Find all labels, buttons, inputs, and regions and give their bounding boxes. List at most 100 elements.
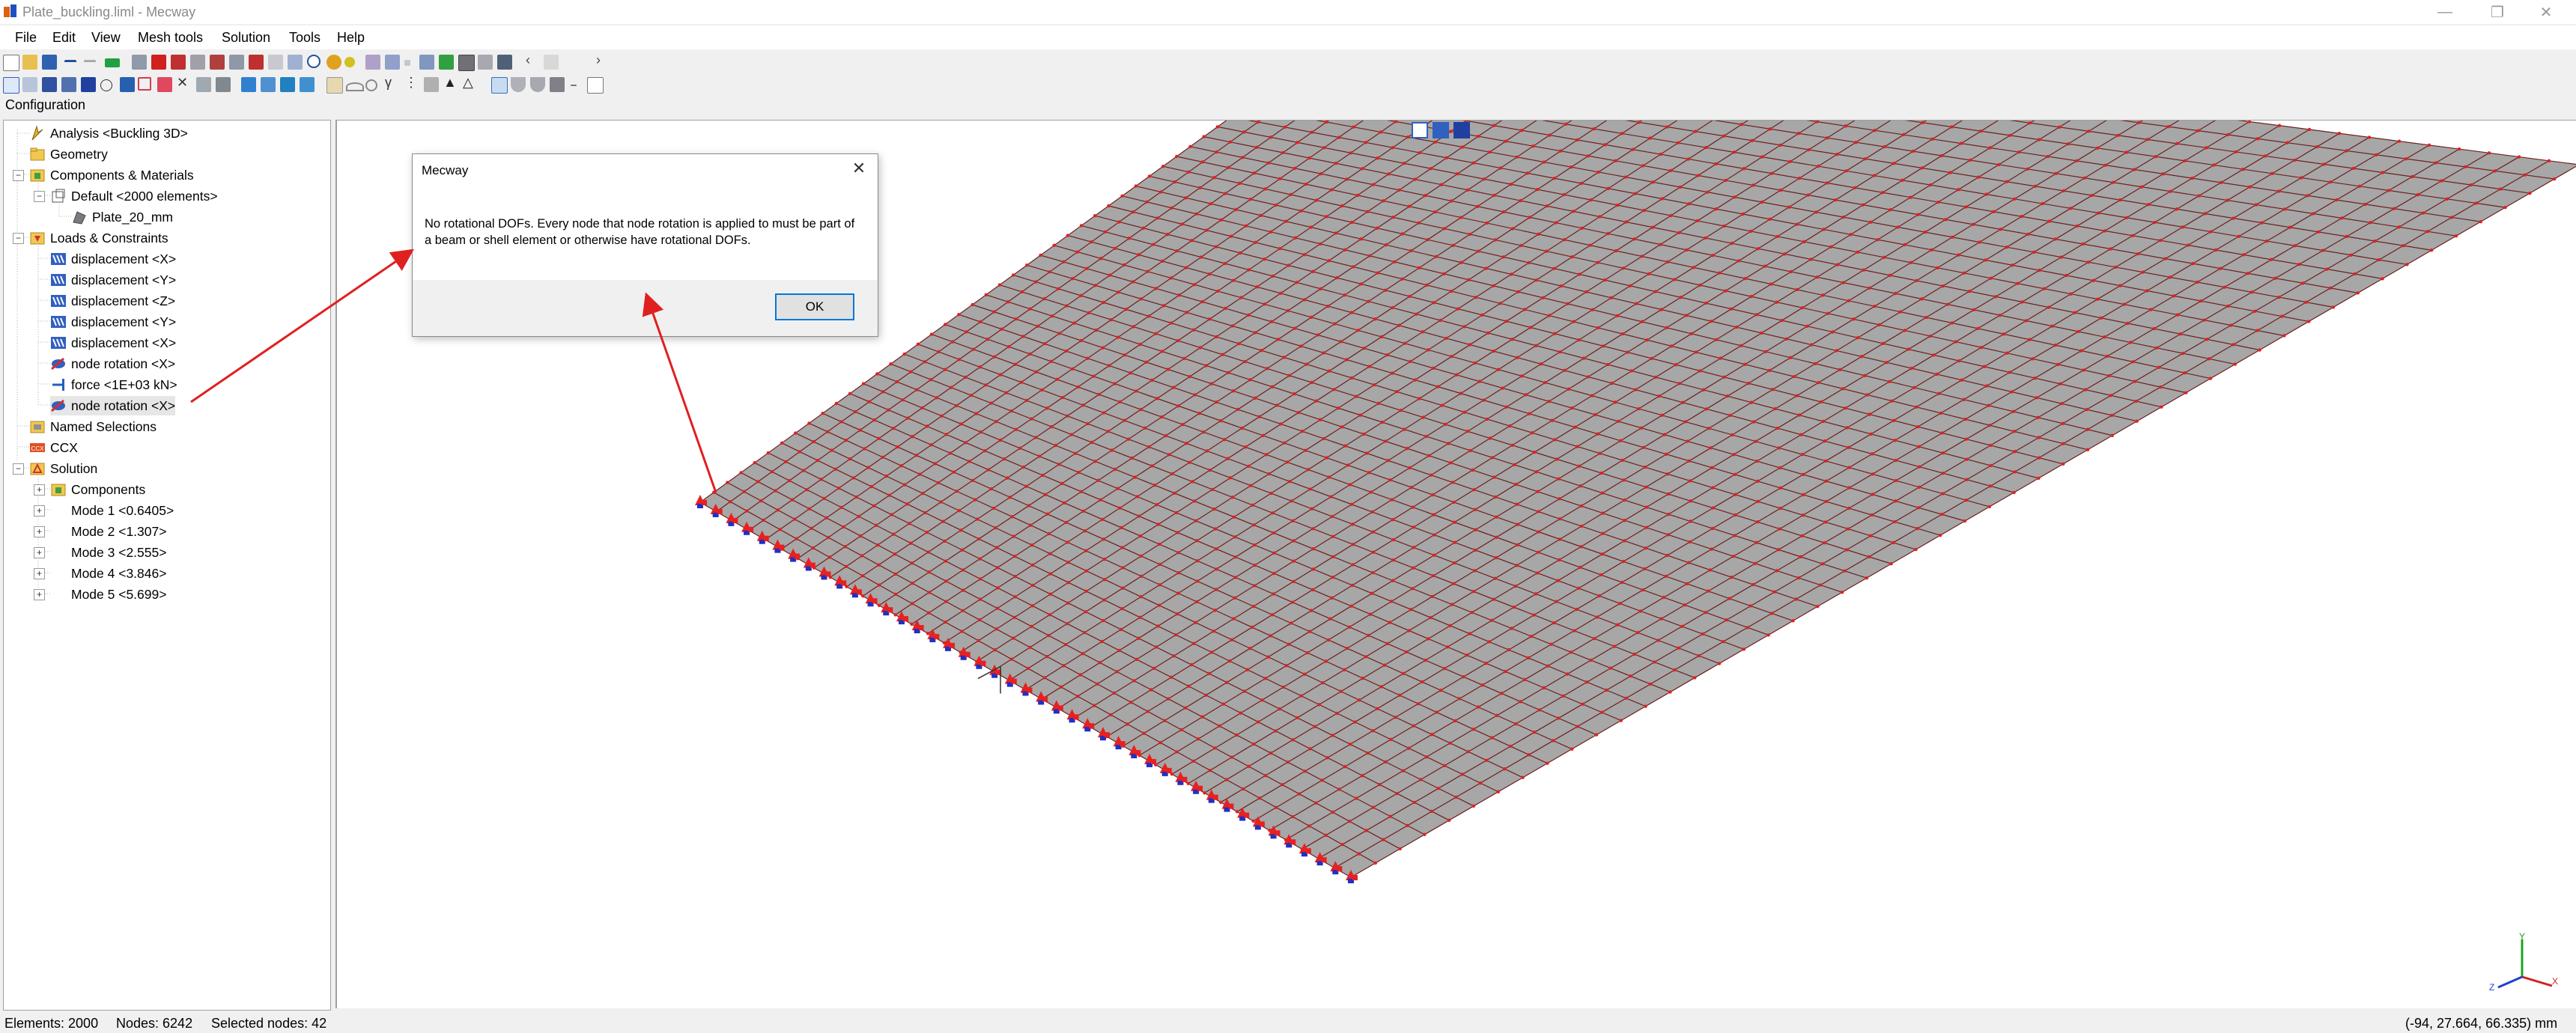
select-all-button[interactable] xyxy=(81,77,96,92)
select-nodes-button[interactable] xyxy=(3,77,19,94)
view-bottom-button[interactable] xyxy=(249,55,264,70)
menu-edit[interactable]: Edit xyxy=(52,30,76,46)
arc-button[interactable] xyxy=(346,82,364,91)
pan-button[interactable] xyxy=(344,57,355,67)
expand-components-toggle[interactable]: + xyxy=(34,484,45,496)
shell-button[interactable] xyxy=(530,77,545,92)
color-swatch-button[interactable] xyxy=(544,55,559,70)
align-button[interactable] xyxy=(105,58,120,67)
rotate-button[interactable] xyxy=(326,55,341,70)
dropdown-button[interactable] xyxy=(404,60,410,66)
tree-item-mode[interactable]: Mode 3 <2.555> xyxy=(71,543,166,562)
select-edges-button[interactable] xyxy=(61,77,76,92)
zoom-box-button[interactable] xyxy=(288,55,303,70)
collapse-components-toggle[interactable]: − xyxy=(13,170,24,181)
expand-mode3-toggle[interactable]: + xyxy=(34,547,45,558)
tree-item-loads-constraints[interactable]: Loads & Constraints xyxy=(29,228,168,248)
tree-item-mode[interactable]: Mode 1 <0.6405> xyxy=(71,501,174,520)
tree-item-ccx[interactable]: CCX CCX xyxy=(29,438,78,457)
snap-button[interactable] xyxy=(100,79,112,91)
revolve-button[interactable] xyxy=(216,77,231,92)
menu-file[interactable]: File xyxy=(15,30,37,46)
box-select-button[interactable] xyxy=(138,77,151,91)
triangle-outline-button[interactable]: △ xyxy=(463,75,478,90)
shade-button[interactable] xyxy=(439,55,454,70)
tree-item-load[interactable]: force <1E+03 kN> xyxy=(50,375,177,394)
select-elements-button[interactable] xyxy=(22,77,37,92)
wireframe-button[interactable] xyxy=(458,55,475,71)
tree-item-plate[interactable]: Plate_20_mm xyxy=(71,207,173,227)
display-button[interactable] xyxy=(419,55,434,70)
expand-mode4-toggle[interactable]: + xyxy=(34,568,45,579)
tree-item-solution[interactable]: Solution xyxy=(29,459,97,478)
menu-mesh-tools[interactable]: Mesh tools xyxy=(138,30,203,46)
measure-button[interactable] xyxy=(424,77,439,92)
bowl-button[interactable] xyxy=(511,77,526,92)
section-button[interactable] xyxy=(385,55,400,70)
view-cube-side-button[interactable] xyxy=(1433,122,1449,138)
menu-solution[interactable]: Solution xyxy=(222,30,270,46)
tree-item-default[interactable]: Default <2000 elements> xyxy=(50,186,218,206)
menu-help[interactable]: Help xyxy=(337,30,365,46)
open-file-button[interactable] xyxy=(22,55,37,70)
tree-item-mode[interactable]: Mode 5 <5.699> xyxy=(71,585,166,604)
extrude-button[interactable] xyxy=(196,77,211,92)
menu-view[interactable]: View xyxy=(91,30,121,46)
tree-item-load[interactable]: displacement <Y> xyxy=(50,270,176,290)
new-file-button[interactable] xyxy=(3,55,19,71)
collapse-loads-toggle[interactable]: − xyxy=(13,233,24,244)
redo-button[interactable] xyxy=(84,60,96,70)
view-left-button[interactable] xyxy=(190,55,205,70)
tree-item-load[interactable]: displacement <X> xyxy=(50,249,176,269)
view-iso-button[interactable] xyxy=(132,55,147,70)
tree-item-load[interactable]: displacement <X> xyxy=(50,333,176,353)
refine-button[interactable] xyxy=(326,77,343,94)
scale-button[interactable] xyxy=(300,77,315,92)
view-cube-front-button[interactable] xyxy=(1412,122,1428,138)
mirror-button[interactable] xyxy=(241,77,256,92)
view-front-button[interactable] xyxy=(151,55,166,70)
move-button[interactable] xyxy=(280,77,295,92)
circle-button[interactable] xyxy=(365,79,377,91)
table-button[interactable] xyxy=(587,77,604,94)
view-fit-button[interactable] xyxy=(268,55,283,70)
undo-button[interactable] xyxy=(64,60,76,70)
view-back-button[interactable] xyxy=(171,55,186,70)
merge-button[interactable]: ⋮ xyxy=(404,75,419,90)
expand-mode5-toggle[interactable]: + xyxy=(34,589,45,600)
invert-selection-button[interactable] xyxy=(157,77,172,92)
expand-mode2-toggle[interactable]: + xyxy=(34,526,45,537)
split-button[interactable]: γ xyxy=(385,75,400,90)
copy-button[interactable] xyxy=(261,77,276,92)
grid-view-button[interactable] xyxy=(497,55,512,70)
view-cube-iso-button[interactable] xyxy=(1453,122,1470,138)
close-window-button[interactable]: ✕ xyxy=(2512,0,2576,24)
triangle-tool-button[interactable]: ▲ xyxy=(443,75,458,90)
cube-button[interactable] xyxy=(550,77,565,92)
collapse-solution-toggle[interactable]: − xyxy=(13,463,24,475)
menu-tools[interactable]: Tools xyxy=(289,30,321,46)
dialog-close-button[interactable]: ✕ xyxy=(848,159,870,181)
scroll-left-button[interactable]: ‹ xyxy=(526,52,535,67)
ok-button[interactable]: OK xyxy=(775,293,854,320)
scroll-right-button[interactable]: › xyxy=(596,52,605,67)
tree-item-load[interactable]: displacement <Z> xyxy=(50,291,175,311)
view-top-button[interactable] xyxy=(229,55,244,70)
select-faces-button[interactable] xyxy=(42,77,57,92)
render-button[interactable] xyxy=(365,55,380,70)
tree-item-load[interactable]: node rotation <X> xyxy=(50,354,175,374)
collapse-default-toggle[interactable]: − xyxy=(34,191,45,202)
expand-mode1-toggle[interactable]: + xyxy=(34,505,45,516)
tree-item-mode[interactable]: Mode 2 <1.307> xyxy=(71,522,166,541)
grow-selection-button[interactable] xyxy=(120,77,135,92)
tree-item-components-materials[interactable]: Components & Materials xyxy=(29,165,194,185)
tree-item-mode[interactable]: Mode 4 <3.846> xyxy=(71,564,166,583)
tree-item-load[interactable]: displacement <Y> xyxy=(50,312,176,332)
view-right-button[interactable] xyxy=(210,55,225,70)
tree-item-named-selections[interactable]: Named Selections xyxy=(29,417,157,436)
tree-item-geometry[interactable]: Geometry xyxy=(29,144,108,164)
mesh-view-button[interactable] xyxy=(478,55,493,70)
tree-item-solution-components[interactable]: Components xyxy=(50,480,145,499)
tree-item-analysis[interactable]: Analysis <Buckling 3D> xyxy=(29,124,188,143)
save-file-button[interactable] xyxy=(42,55,57,70)
